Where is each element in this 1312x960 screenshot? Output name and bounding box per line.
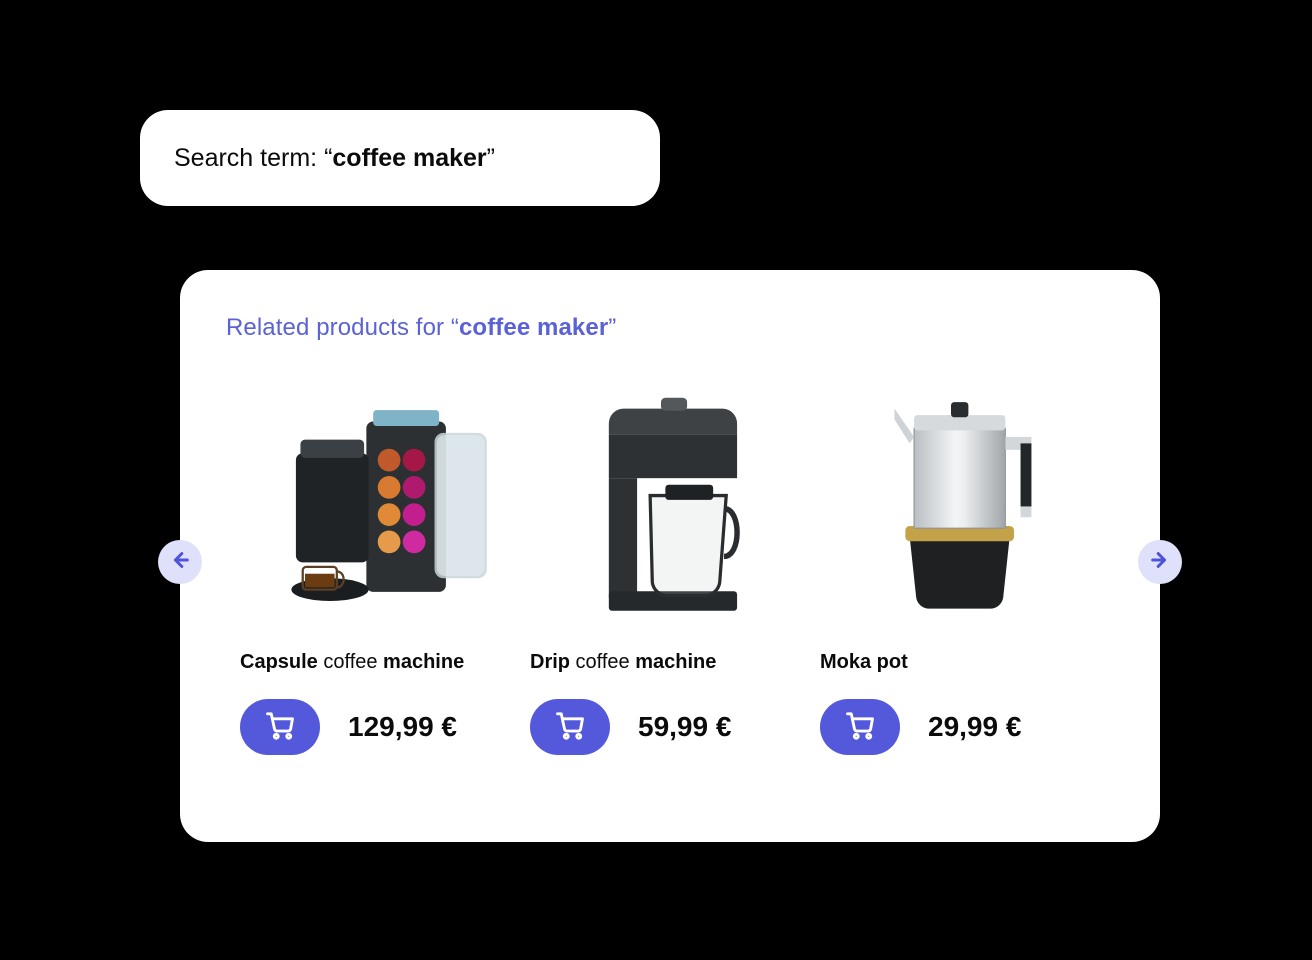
cart-icon	[265, 710, 295, 745]
cart-icon	[555, 710, 585, 745]
moka-pot-image	[820, 376, 1100, 626]
related-label-prefix: Related products for	[226, 314, 451, 341]
product-card[interactable]: Moka pot 29,99 €	[820, 376, 1100, 810]
related-term-value: coffee maker	[459, 314, 608, 341]
search-term-card: Search term: “coffee maker”	[140, 110, 660, 206]
search-label-prefix: Search term:	[174, 144, 324, 172]
add-to-cart-button[interactable]	[240, 699, 320, 755]
product-price: 129,99 €	[348, 711, 457, 743]
title-part: machine	[383, 651, 464, 673]
title-part: coffee	[570, 651, 635, 673]
close-quote: ”	[608, 314, 616, 341]
related-products-heading: Related products for “coffee maker”	[226, 314, 616, 342]
title-part: Drip	[530, 651, 570, 673]
product-list: Capsule coffee machine 129,99 €	[180, 376, 1160, 810]
related-products-panel: Related products for “coffee maker”	[180, 270, 1160, 842]
product-title: Capsule coffee machine	[240, 650, 520, 675]
product-price: 59,99 €	[638, 711, 731, 743]
close-quote: ”	[487, 144, 495, 172]
search-term-value: coffee maker	[332, 144, 486, 172]
open-quote: “	[451, 314, 459, 341]
title-part: Moka pot	[820, 651, 908, 673]
drip-coffee-machine-image	[530, 376, 810, 626]
product-card[interactable]: Capsule coffee machine 129,99 €	[240, 376, 520, 810]
product-card[interactable]: Drip coffee machine 59,99 €	[530, 376, 810, 810]
product-title: Moka pot	[820, 650, 1100, 675]
add-to-cart-button[interactable]	[820, 699, 900, 755]
add-to-cart-button[interactable]	[530, 699, 610, 755]
search-term-label: Search term: “coffee maker”	[174, 144, 495, 173]
price-row: 29,99 €	[820, 699, 1100, 755]
cart-icon	[845, 710, 875, 745]
capsule-coffee-machine-image	[240, 376, 520, 626]
title-part: machine	[635, 651, 716, 673]
price-row: 129,99 €	[240, 699, 520, 755]
title-part: Capsule	[240, 651, 318, 673]
product-title: Drip coffee machine	[530, 650, 810, 675]
title-part: coffee	[318, 651, 383, 673]
product-price: 29,99 €	[928, 711, 1021, 743]
price-row: 59,99 €	[530, 699, 810, 755]
